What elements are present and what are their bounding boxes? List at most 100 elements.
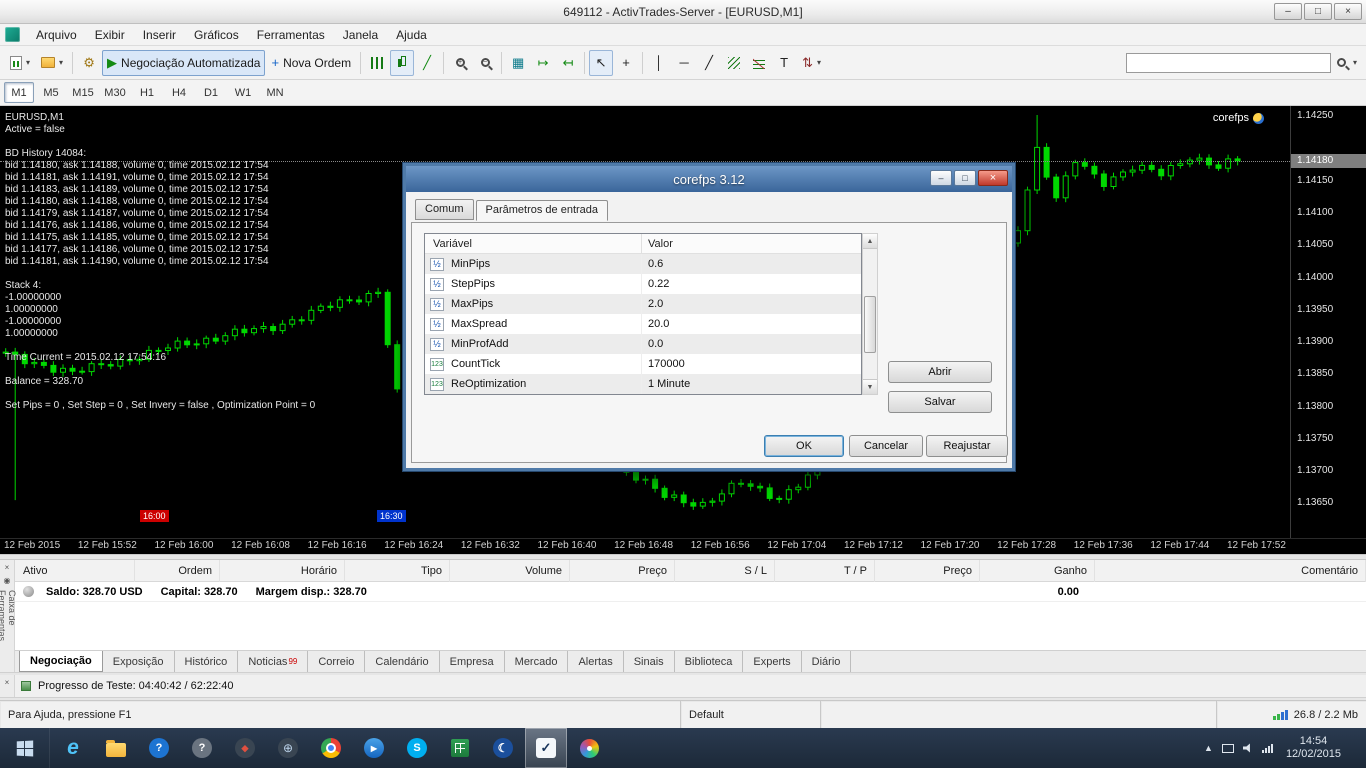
column-header-comentario[interactable]: Comentário: [1095, 560, 1366, 582]
dialog-maximize-button[interactable]: □: [954, 170, 976, 186]
balance-row[interactable]: Saldo: 328.70 USD Capital: 328.70 Margem…: [15, 582, 1366, 602]
start-button[interactable]: [0, 728, 50, 768]
vertical-line-button[interactable]: │: [647, 50, 671, 76]
cancelar-button[interactable]: Cancelar: [849, 435, 923, 457]
toolbar-overflow-icon[interactable]: ▾: [1353, 58, 1357, 67]
scroll-up-icon[interactable]: ▲: [863, 234, 877, 249]
bar-chart-button[interactable]: [365, 50, 389, 76]
arrows-button[interactable]: ⇅ ▾: [797, 50, 826, 76]
param-value[interactable]: 0.6: [641, 254, 861, 274]
column-header-ativo[interactable]: Ativo: [15, 560, 135, 582]
dialog-scrollbar[interactable]: ▲ ▼: [862, 233, 878, 395]
file-explorer-taskbar-button[interactable]: [95, 728, 137, 768]
column-header-ordem[interactable]: Ordem: [135, 560, 220, 582]
abrir-button[interactable]: Abrir: [888, 361, 992, 383]
timeframe-d1[interactable]: D1: [196, 82, 226, 103]
media-player-taskbar-button[interactable]: ▶: [353, 728, 395, 768]
moon-app-taskbar-button[interactable]: ☾: [482, 728, 524, 768]
tray-volume-icon[interactable]: [1242, 743, 1250, 753]
tab-historico[interactable]: Histórico: [175, 651, 239, 672]
menu-ferramentas[interactable]: Ferramentas: [248, 25, 334, 45]
scroll-down-icon[interactable]: ▼: [863, 379, 877, 394]
tester-close-icon[interactable]: ×: [2, 677, 13, 688]
crosshair-button[interactable]: +: [614, 50, 638, 76]
search-input[interactable]: [1125, 52, 1331, 73]
dialog-close-button[interactable]: ×: [978, 170, 1008, 186]
column-header-t-p[interactable]: T / P: [775, 560, 875, 582]
auto-scroll-button[interactable]: ↦: [531, 50, 555, 76]
column-header-tipo[interactable]: Tipo: [345, 560, 450, 582]
status-profile[interactable]: Default: [680, 701, 820, 728]
scroll-thumb[interactable]: [864, 295, 876, 353]
tray-network-icon[interactable]: [1261, 743, 1273, 753]
new-order-button[interactable]: + Nova Ordem: [266, 50, 356, 76]
palette-app-taskbar-button[interactable]: [568, 728, 610, 768]
auto-trading-button[interactable]: ▶ Negociação Automatizada: [102, 49, 266, 76]
support-taskbar-button[interactable]: ?: [181, 728, 223, 768]
param-row-reoptimization[interactable]: 123 ReOptimization 1 Minute: [425, 374, 861, 394]
text-label-button[interactable]: T: [772, 50, 796, 76]
reajustar-button[interactable]: Reajustar: [926, 435, 1008, 457]
tile-windows-button[interactable]: ▦: [506, 50, 530, 76]
search-icon[interactable]: [1335, 56, 1349, 70]
tab-noticias[interactable]: Noticias 99: [238, 651, 309, 672]
tab-empresa[interactable]: Empresa: [440, 651, 505, 672]
tray-expand-icon[interactable]: ▲: [1204, 743, 1213, 753]
menu-graficos[interactable]: Gráficos: [185, 25, 248, 45]
param-value[interactable]: 1 Minute: [641, 374, 861, 394]
tab-parametros-de-entrada[interactable]: Parâmetros de entrada: [475, 200, 609, 221]
column-header-horario[interactable]: Horário: [220, 560, 345, 582]
param-value[interactable]: 170000: [641, 354, 861, 374]
salvar-button[interactable]: Salvar: [888, 391, 992, 413]
globe-app-taskbar-button[interactable]: ⊕: [267, 728, 309, 768]
timeframe-m1[interactable]: M1: [4, 82, 34, 103]
profiles-button[interactable]: ▾: [36, 50, 68, 76]
horizontal-line-button[interactable]: ─: [672, 50, 696, 76]
tab-experts[interactable]: Experts: [743, 651, 802, 672]
param-value[interactable]: 0.0: [641, 334, 861, 354]
menu-exibir[interactable]: Exibir: [86, 25, 134, 45]
line-chart-button[interactable]: ╱: [415, 50, 439, 76]
timeframe-w1[interactable]: W1: [228, 82, 258, 103]
menu-inserir[interactable]: Inserir: [134, 25, 185, 45]
timeframe-mn[interactable]: MN: [260, 82, 290, 103]
help-tips-taskbar-button[interactable]: ?: [138, 728, 180, 768]
menu-ajuda[interactable]: Ajuda: [387, 25, 436, 45]
tab-comum[interactable]: Comum: [415, 199, 474, 220]
close-button[interactable]: ×: [1334, 3, 1362, 20]
toolbox-close-icon[interactable]: ×: [2, 562, 13, 573]
timeframe-h1[interactable]: H1: [132, 82, 162, 103]
tab-correio[interactable]: Correio: [308, 651, 366, 672]
zoom-out-button[interactable]: −: [473, 50, 497, 76]
menu-arquivo[interactable]: Arquivo: [27, 25, 86, 45]
dialog-title-bar[interactable]: corefps 3.12 – □ ×: [406, 166, 1012, 192]
trading-terminal-taskbar-button[interactable]: ✓: [525, 728, 567, 768]
param-value[interactable]: 20.0: [641, 314, 861, 334]
tray-display-icon[interactable]: [1221, 743, 1234, 753]
skype-taskbar-button[interactable]: S: [396, 728, 438, 768]
maximize-button[interactable]: □: [1304, 3, 1332, 20]
tab-mercado[interactable]: Mercado: [505, 651, 569, 672]
toolbox-pin-icon[interactable]: ◉: [2, 575, 13, 586]
column-header-s-l[interactable]: S / L: [675, 560, 775, 582]
timeframe-m30[interactable]: M30: [100, 82, 130, 103]
column-valor[interactable]: Valor: [641, 234, 861, 253]
tab-sinais[interactable]: Sinais: [624, 651, 675, 672]
tab-diario[interactable]: Diário: [802, 651, 852, 672]
tab-exposicao[interactable]: Exposição: [103, 651, 175, 672]
chart-plot[interactable]: EURUSD,M1 Active = false BD History 14084…: [0, 106, 1290, 538]
zoom-in-button[interactable]: +: [448, 50, 472, 76]
param-row-minpips[interactable]: ½ MinPips 0.6: [425, 254, 861, 274]
timeframe-h4[interactable]: H4: [164, 82, 194, 103]
param-value[interactable]: 0.22: [641, 274, 861, 294]
param-row-counttick[interactable]: 123 CountTick 170000: [425, 354, 861, 374]
param-row-maxspread[interactable]: ½ MaxSpread 20.0: [425, 314, 861, 334]
menu-janela[interactable]: Janela: [334, 25, 387, 45]
trendline-button[interactable]: ╱: [697, 50, 721, 76]
cursor-button[interactable]: ↖: [589, 49, 614, 76]
chrome-taskbar-button[interactable]: [310, 728, 352, 768]
expert-advisors-button[interactable]: ⚙: [77, 50, 101, 76]
candlestick-chart-button[interactable]: [390, 49, 415, 76]
param-row-steppips[interactable]: ½ StepPips 0.22: [425, 274, 861, 294]
column-header-preco[interactable]: Preço: [570, 560, 675, 582]
